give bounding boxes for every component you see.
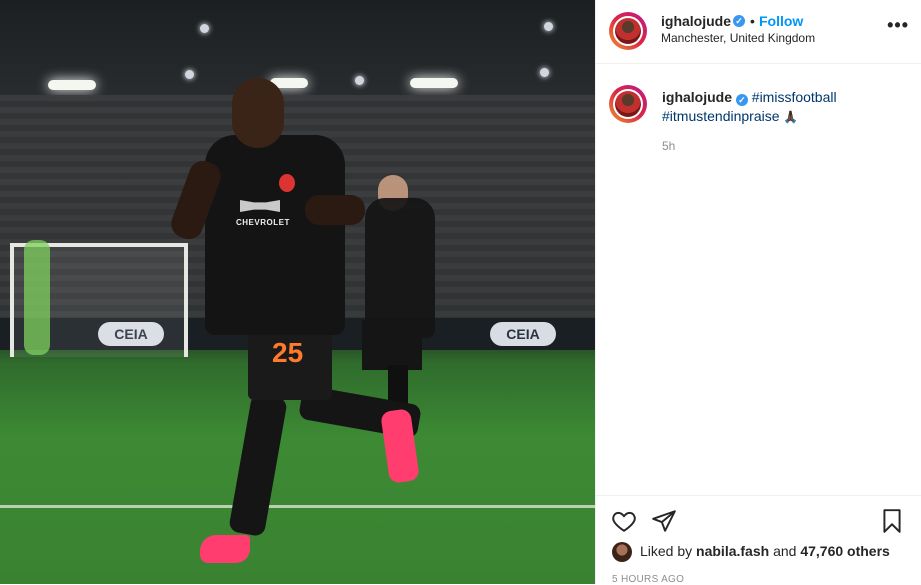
teammate-player <box>365 198 435 338</box>
pitch-line <box>0 505 595 508</box>
verified-badge-icon: ✓ <box>733 15 745 27</box>
teammate-shorts <box>362 320 422 370</box>
verified-badge-icon: ✓ <box>735 94 748 106</box>
player-leg <box>228 392 288 538</box>
post-timestamp[interactable]: 5 HOURS AGO <box>612 574 684 585</box>
jersey-number: 25 <box>272 337 304 368</box>
follow-button[interactable]: Follow <box>759 13 803 29</box>
post-side-panel: ighalojude ✓ • Follow Manchester, United… <box>595 0 921 585</box>
player-arm <box>305 195 365 225</box>
author-username[interactable]: ighalojude <box>661 13 731 29</box>
heart-icon[interactable] <box>611 508 637 534</box>
instagram-post: CEIA CEIA CHEVROLET 25 ighalojude ✓ • Fo… <box>0 0 921 585</box>
goalkeeper <box>24 240 50 355</box>
share-icon[interactable] <box>651 508 677 534</box>
post-location[interactable]: Manchester, United Kingdom <box>661 31 815 45</box>
player-head <box>232 78 284 148</box>
post-caption: ighalojude ✓ #imissfootball #itmustendin… <box>662 88 902 127</box>
hashtag-link[interactable]: #itmustendinpraise <box>662 108 780 124</box>
club-badge <box>279 174 295 192</box>
more-options-icon[interactable]: ••• <box>887 15 909 36</box>
liker-avatar[interactable] <box>612 542 632 562</box>
likes-prefix: Liked by <box>640 543 693 559</box>
board-logo: CEIA <box>490 322 556 346</box>
player-jersey <box>205 135 345 335</box>
separator: • <box>750 13 755 29</box>
player-boot <box>200 535 250 563</box>
caption-avatar[interactable] <box>609 85 647 123</box>
likes-summary[interactable]: Liked by nabila.fash and 47,760 others <box>640 543 890 559</box>
caption-username[interactable]: ighalojude <box>662 89 732 105</box>
caption-emoji: 🙏🏿 <box>783 110 799 124</box>
bookmark-icon[interactable] <box>879 508 905 534</box>
author-avatar[interactable] <box>609 12 647 50</box>
likes-middle: and <box>773 543 797 559</box>
post-actions: Liked by nabila.fash and 47,760 others 5… <box>596 495 921 585</box>
caption-time: 5h <box>662 139 676 153</box>
hashtag-link[interactable]: #imissfootball <box>752 89 837 105</box>
liker-username[interactable]: nabila.fash <box>696 543 769 559</box>
post-photo[interactable]: CEIA CEIA CHEVROLET 25 <box>0 0 595 584</box>
post-header: ighalojude ✓ • Follow Manchester, United… <box>596 0 921 64</box>
sponsor-text: CHEVROLET <box>236 218 290 227</box>
likes-count[interactable]: 47,760 others <box>800 543 890 559</box>
